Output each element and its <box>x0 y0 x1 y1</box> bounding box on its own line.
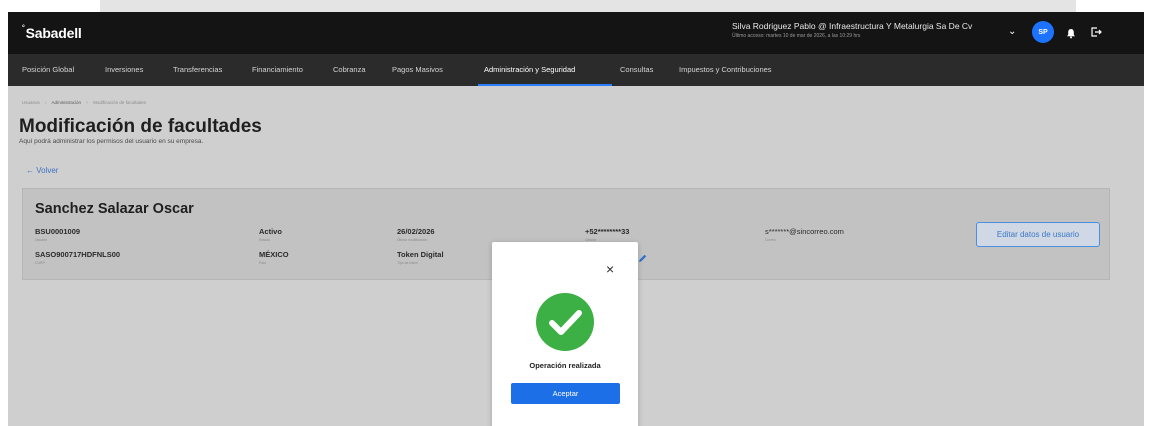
status-value: Activo <box>259 227 282 236</box>
screenshot-frame: °Sabadell Silva Rodriguez Pablo @ Infrae… <box>0 0 1152 426</box>
breadcrumb: Usuarios › Administración › Modificación… <box>22 100 146 105</box>
token-label: Tipo de token <box>397 261 419 265</box>
avatar[interactable]: SP <box>1032 21 1054 43</box>
nav-item-transferencias[interactable]: Transferencias <box>173 54 222 86</box>
breadcrumb-item-current: Modificación de facultades <box>93 100 147 105</box>
pencil-icon[interactable] <box>637 251 648 269</box>
country-label: País <box>259 261 267 265</box>
nav-item-administracion[interactable]: Administración y Seguridad <box>484 54 575 86</box>
nav-item-financiamiento[interactable]: Financiamiento <box>252 54 303 86</box>
breadcrumb-item-usuarios[interactable]: Usuarios <box>22 100 40 105</box>
top-header: °Sabadell Silva Rodriguez Pablo @ Infrae… <box>8 12 1144 54</box>
modified-label: Última modificación <box>397 238 428 242</box>
curp-value: SASO900717HDFNLS00 <box>35 250 121 259</box>
user-info: Silva Rodriguez Pablo @ Infraestructura … <box>732 21 1002 39</box>
logo-dot: ° <box>22 25 25 32</box>
check-circle-icon <box>535 292 595 357</box>
success-message: Operación realizada <box>529 361 601 370</box>
field-country: MÉXICO País <box>259 250 289 265</box>
nav-item-posicion-global[interactable]: Posición Global <box>22 54 74 86</box>
curp-label: CURP <box>35 261 45 265</box>
field-phone: +52********33 Celular <box>585 227 629 242</box>
status-label: Estado <box>259 238 270 242</box>
nav-item-cobranza[interactable]: Cobranza <box>333 54 366 86</box>
browser-strip <box>100 0 1076 12</box>
nav-item-impuestos[interactable]: Impuestos y Contribuciones <box>679 54 772 86</box>
back-link[interactable]: ← Volver <box>26 166 58 175</box>
nav-item-consultas[interactable]: Consultas <box>620 54 653 86</box>
logo-text: Sabadell <box>25 25 82 41</box>
page-title: Modificación de facultades <box>19 116 262 137</box>
user-id-value: BSU0001009 <box>35 227 81 236</box>
app-window: °Sabadell Silva Rodriguez Pablo @ Infrae… <box>8 12 1144 426</box>
nav-item-inversiones[interactable]: Inversiones <box>105 54 143 86</box>
user-full-name: Sanchez Salazar Oscar <box>35 201 194 217</box>
close-icon[interactable]: × <box>606 262 614 276</box>
field-user-id: BSU0001009 Usuario <box>35 227 80 242</box>
user-company-name: Silva Rodriguez Pablo @ Infraestructura … <box>732 21 973 31</box>
accept-button[interactable]: Aceptar <box>511 383 620 404</box>
phone-value: +52********33 <box>585 227 630 236</box>
main-nav: Posición Global Inversiones Transferenci… <box>8 54 1144 86</box>
modified-value: 26/02/2026 <box>397 227 435 236</box>
logout-icon[interactable] <box>1090 25 1102 43</box>
field-status: Activo Estado <box>259 227 282 242</box>
field-token: Token Digital Tipo de token <box>397 250 444 265</box>
active-tab-indicator <box>478 84 612 86</box>
field-curp: SASO900717HDFNLS00 CURP <box>35 250 120 265</box>
sabadell-logo[interactable]: °Sabadell <box>22 25 82 41</box>
email-value: s*******@sincorreo.com <box>765 227 844 236</box>
field-modified: 26/02/2026 Última modificación <box>397 227 435 242</box>
user-id-label: Usuario <box>35 238 48 242</box>
last-access-text: Último acceso: martes 10 de mar de 2026,… <box>732 33 861 39</box>
chevron-down-icon[interactable]: ⌄ <box>1008 26 1016 37</box>
breadcrumb-item-administracion[interactable]: Administración <box>52 100 82 105</box>
page-subtitle: Aquí podrá administrar los permisos del … <box>19 138 204 145</box>
breadcrumb-separator: › <box>45 100 47 105</box>
breadcrumb-separator: › <box>86 100 88 105</box>
email-label: Correo <box>765 238 776 242</box>
token-value: Token Digital <box>397 250 444 259</box>
success-dialog: × Operación realizada Aceptar <box>492 242 638 426</box>
bell-icon[interactable] <box>1066 26 1076 44</box>
country-value: MÉXICO <box>259 250 289 259</box>
field-email: s*******@sincorreo.com Correo <box>765 227 844 242</box>
nav-item-pagos-masivos[interactable]: Pagos Masivos <box>392 54 443 86</box>
edit-user-data-button[interactable]: Editar datos de usuario <box>976 222 1100 247</box>
